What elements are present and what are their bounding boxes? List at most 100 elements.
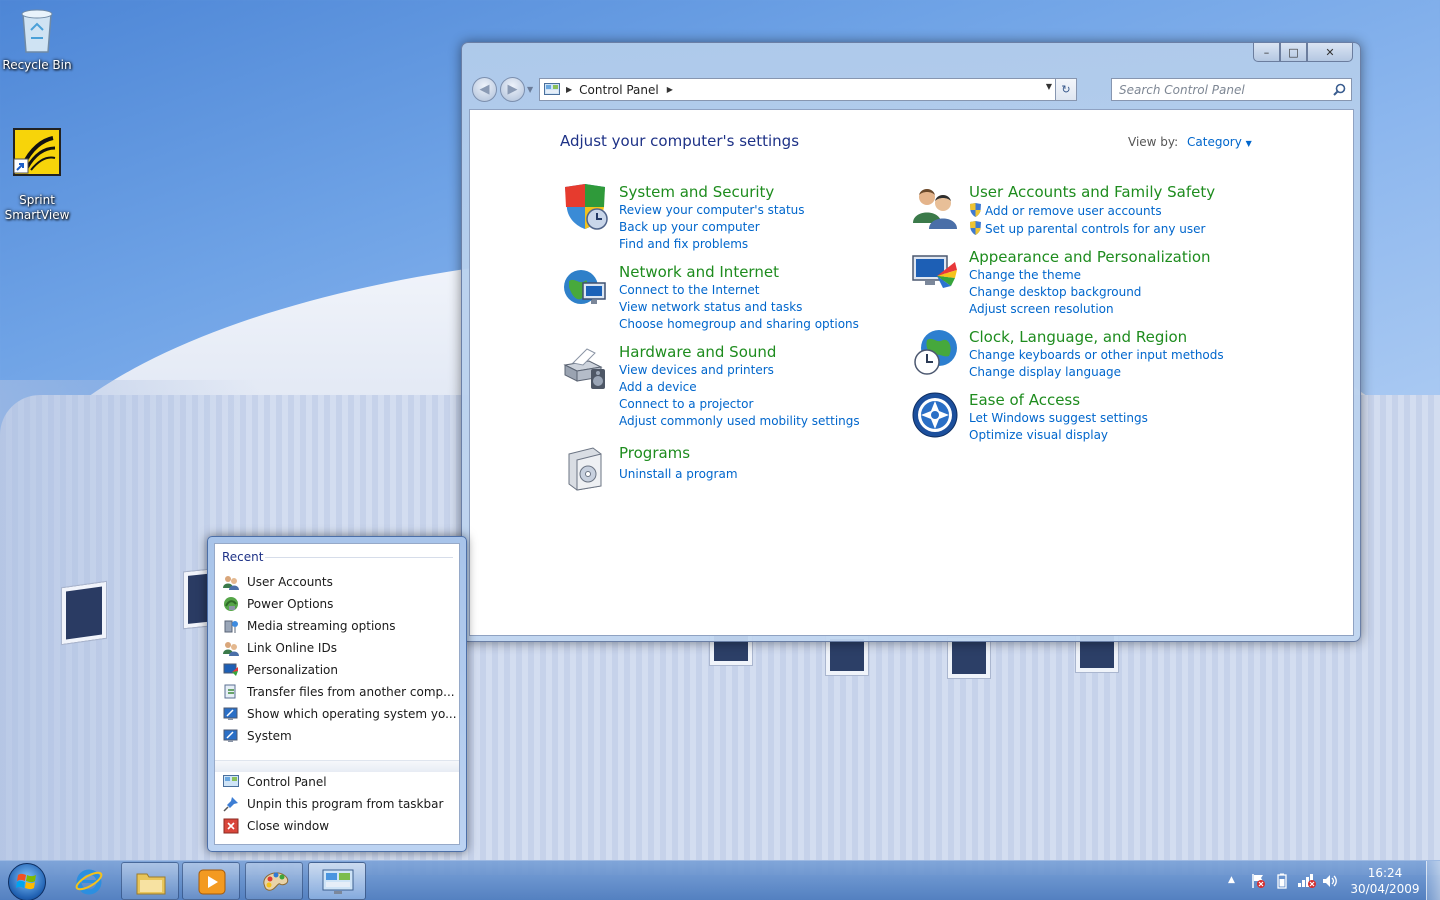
category-link[interactable]: Connect to the Internet	[619, 283, 759, 297]
building-window	[62, 581, 106, 645]
search-icon[interactable]	[1333, 83, 1346, 96]
desktop-icon-sprint[interactable]: Sprint SmartView	[0, 113, 74, 223]
category-title[interactable]: Clock, Language, and Region	[969, 328, 1187, 346]
close-button[interactable]: ✕	[1307, 43, 1353, 62]
category-link[interactable]: Change desktop background	[969, 285, 1141, 299]
jump-task-unpin[interactable]: Unpin this program from taskbar	[223, 794, 443, 814]
maximize-button[interactable]: □	[1280, 43, 1307, 62]
taskbar-control-panel[interactable]	[308, 862, 366, 900]
jump-item-show-os[interactable]: Show which operating system yo...	[223, 704, 457, 724]
forward-button[interactable]: ▶	[500, 77, 525, 102]
category-title[interactable]: User Accounts and Family Safety	[969, 183, 1215, 201]
category-link[interactable]: Add a device	[619, 380, 697, 394]
jump-item-user-accounts[interactable]: User Accounts	[223, 572, 333, 592]
category-title[interactable]: Hardware and Sound	[619, 343, 776, 361]
category-link[interactable]: Adjust commonly used mobility settings	[619, 414, 860, 428]
jump-item-personalization[interactable]: Personalization	[223, 660, 338, 680]
windows-logo-icon	[16, 873, 36, 890]
power-options-icon	[224, 597, 238, 611]
clock-date: 30/04/2009	[1350, 882, 1420, 896]
globe-clock-icon	[914, 330, 957, 375]
category-clock-language: Clock, Language, and Region Change keybo…	[911, 328, 1231, 380]
uac-shield-icon	[970, 221, 981, 235]
back-button[interactable]: ◀	[472, 77, 497, 102]
minimize-button[interactable]: –	[1253, 43, 1280, 62]
category-title[interactable]: Programs	[619, 444, 690, 462]
category-link-text: Set up parental controls for any user	[985, 222, 1206, 236]
show-hidden-icons-button[interactable]: ▲	[1228, 875, 1235, 885]
users-icon	[913, 189, 957, 229]
category-link[interactable]: Change keyboards or other input methods	[969, 348, 1224, 362]
taskbar-media-player[interactable]	[182, 862, 240, 900]
category-hardware-sound: Hardware and Sound View devices and prin…	[561, 343, 861, 429]
category-link[interactable]: Uninstall a program	[619, 467, 738, 481]
category-link[interactable]: Change the theme	[969, 268, 1081, 282]
taskbar-internet-explorer[interactable]	[60, 862, 118, 900]
action-center-flag-icon[interactable]	[1250, 873, 1266, 889]
jump-task-control-panel[interactable]: Control Panel	[223, 772, 327, 792]
address-bar[interactable]: ▶ Control Panel ▶ ▼ ↻	[539, 78, 1077, 101]
category-link-with-shield[interactable]: Add or remove user accounts	[969, 203, 1162, 218]
jump-item-power-options[interactable]: Power Options	[223, 594, 333, 614]
category-link[interactable]: Choose homegroup and sharing options	[619, 317, 859, 331]
category-title[interactable]: System and Security	[619, 183, 774, 201]
category-link[interactable]: Change display language	[969, 365, 1121, 379]
category-link[interactable]: Let Windows suggest settings	[969, 411, 1148, 425]
arrow-left-icon: ◀	[479, 82, 490, 97]
monitor-colors-icon	[912, 255, 957, 288]
control-panel-content: Adjust your computer's settings View by:…	[469, 109, 1354, 636]
breadcrumb-control-panel[interactable]: Control Panel	[579, 83, 659, 97]
category-link[interactable]: View devices and printers	[619, 363, 774, 377]
chevron-up-icon: ▲	[1228, 875, 1235, 885]
view-by-value: Category	[1187, 135, 1242, 149]
page-title: Adjust your computer's settings	[560, 132, 800, 150]
breadcrumb-chevron-icon[interactable]: ▶	[667, 85, 673, 94]
building-window	[948, 638, 990, 678]
category-link[interactable]: View network status and tasks	[619, 300, 802, 314]
taskbar-windows-explorer[interactable]	[121, 862, 179, 900]
internet-explorer-icon	[75, 869, 103, 895]
jump-item-media-streaming[interactable]: Media streaming options	[223, 616, 395, 636]
category-title[interactable]: Appearance and Personalization	[969, 248, 1211, 266]
category-link[interactable]: Find and fix problems	[619, 237, 748, 251]
taskbar-clock[interactable]: 16:24 30/04/2009	[1350, 865, 1420, 897]
category-title[interactable]: Ease of Access	[969, 391, 1080, 409]
jump-item-transfer-files[interactable]: Transfer files from another comp...	[223, 682, 455, 702]
control-panel-window: – □ ✕ ◀ ▶ ▼ ▶ Control Panel ▶ ▼ ↻ Search…	[461, 42, 1361, 642]
jump-task-close-window[interactable]: Close window	[223, 816, 329, 836]
category-link[interactable]: Review your computer's status	[619, 203, 805, 217]
control-panel-icon	[223, 775, 239, 787]
search-input[interactable]: Search Control Panel	[1111, 78, 1352, 101]
desktop-icon-recycle-bin[interactable]: Recycle Bin	[0, 6, 74, 72]
category-ease-of-access: Ease of Access Let Windows suggest setti…	[911, 391, 1231, 443]
category-network-internet: Network and Internet Connect to the Inte…	[561, 263, 861, 333]
recent-pages-dropdown[interactable]: ▼	[527, 85, 533, 94]
category-title[interactable]: Network and Internet	[619, 263, 779, 281]
view-by-dropdown[interactable]: Category ▼	[1187, 135, 1252, 149]
start-button[interactable]	[8, 863, 46, 900]
category-link-with-shield[interactable]: Set up parental controls for any user	[969, 221, 1205, 236]
category-link[interactable]: Adjust screen resolution	[969, 302, 1114, 316]
jump-list-header: Recent	[222, 550, 264, 564]
volume-icon[interactable]	[1322, 873, 1338, 889]
jump-task-label: Unpin this program from taskbar	[247, 797, 444, 811]
jump-item-system[interactable]: System	[223, 726, 292, 746]
battery-icon[interactable]	[1277, 873, 1287, 889]
category-link[interactable]: Back up your computer	[619, 220, 760, 234]
category-link-text: Add or remove user accounts	[985, 204, 1162, 218]
refresh-button[interactable]: ↻	[1055, 78, 1077, 101]
category-link[interactable]: Optimize visual display	[969, 428, 1108, 442]
jump-item-label: System	[247, 729, 292, 743]
address-dropdown-icon[interactable]: ▼	[1046, 82, 1052, 91]
clock-time: 16:24	[1367, 866, 1403, 880]
search-placeholder: Search Control Panel	[1119, 82, 1245, 97]
taskbar-paint[interactable]	[245, 862, 303, 900]
show-desktop-button[interactable]	[1426, 861, 1440, 900]
network-signal-icon[interactable]	[1297, 872, 1317, 888]
uac-shield-icon	[970, 203, 981, 217]
jump-item-label: Personalization	[247, 663, 338, 677]
category-link[interactable]: Connect to a projector	[619, 397, 753, 411]
programs-box-icon	[568, 447, 602, 491]
globe-network-icon	[564, 270, 606, 304]
jump-item-link-online-ids[interactable]: Link Online IDs	[223, 638, 337, 658]
